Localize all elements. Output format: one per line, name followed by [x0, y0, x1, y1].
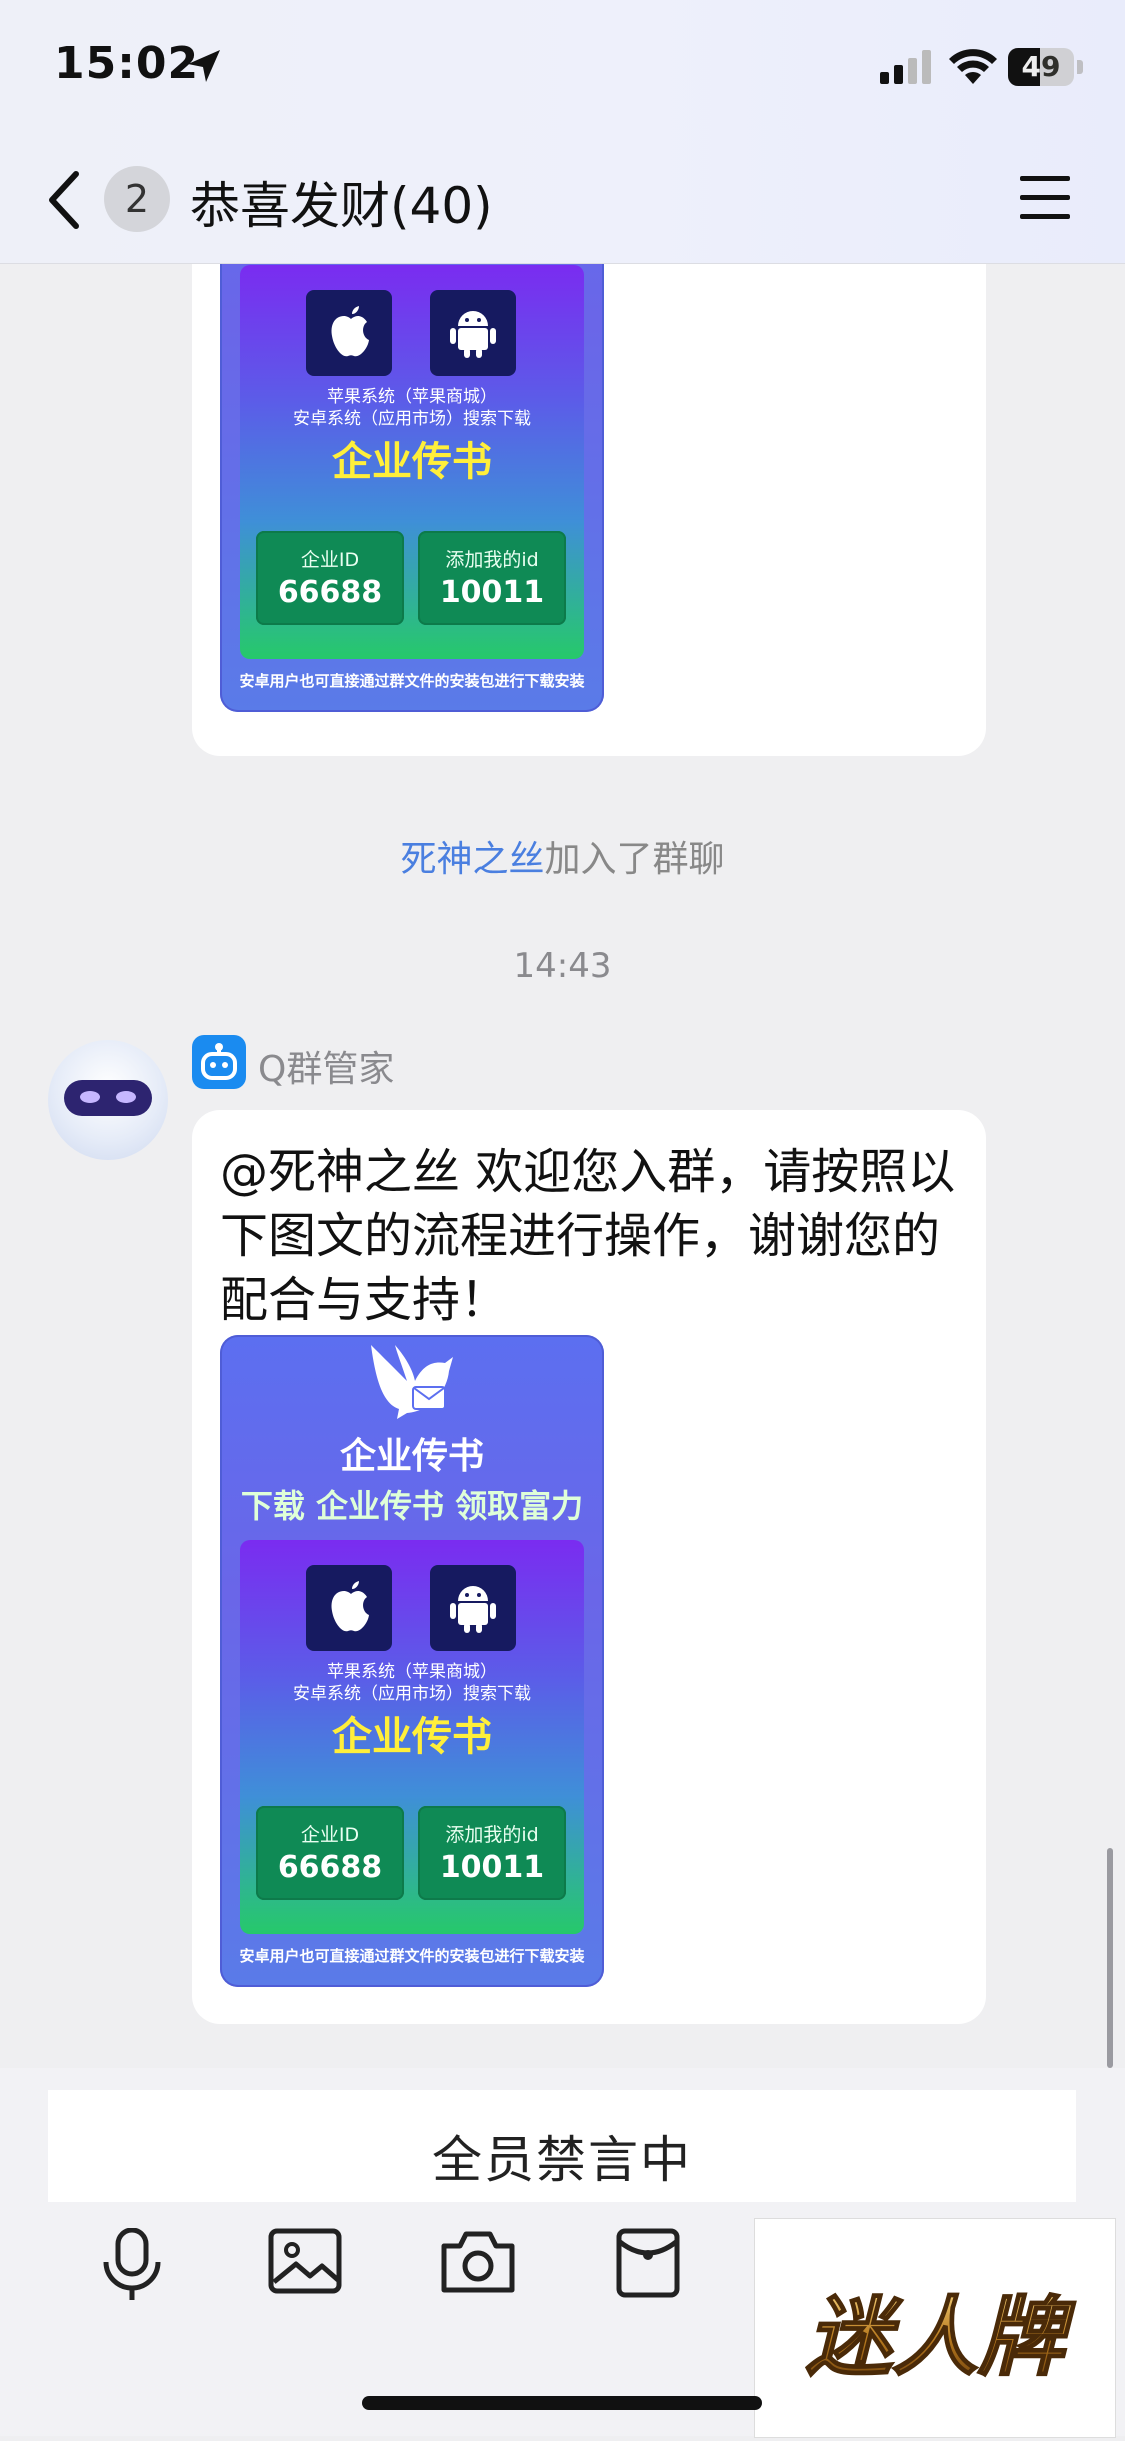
my-id-box: 添加我的id 10011	[418, 531, 566, 625]
poster-download-panel: 苹果系统（苹果商城） 安卓系统（应用市场）搜索下载 企业传书 企业ID 6668…	[240, 1540, 584, 1934]
join-notice-text: 加入了群聊	[544, 839, 725, 880]
enterprise-id-box: 企业ID 66688	[256, 531, 404, 625]
android-store-badge	[430, 290, 516, 376]
system-line-2: 安卓系统（应用市场）搜索下载	[293, 1684, 531, 1704]
my-id-box: 添加我的id 10011	[418, 1806, 566, 1900]
enterprise-id-box: 企业ID 66688	[256, 1806, 404, 1900]
poster-slogan: 下载 企业传书 领取富力	[240, 1487, 584, 1525]
enterprise-id-label: 企业ID	[300, 549, 360, 571]
apple-icon	[331, 306, 369, 357]
battery-level: 49	[1021, 50, 1061, 83]
my-id-label: 添加我的id	[445, 549, 539, 571]
my-id-label: 添加我的id	[445, 1824, 539, 1846]
red-packet-icon[interactable]	[616, 2228, 680, 2298]
image-icon[interactable]	[268, 2228, 342, 2294]
message-text: @死神之丝 欢迎您入群，请按照以下图文的流程进行操作，谢谢您的配合与支持！	[220, 1144, 956, 1328]
robot-icon	[201, 1043, 237, 1080]
poster-footer: 安卓用户也可直接通过群文件的安装包进行下载安装	[239, 672, 585, 690]
home-indicator[interactable]	[362, 2396, 762, 2410]
unread-badge[interactable]: 2	[104, 166, 170, 232]
joined-user-name[interactable]: 死神之丝	[400, 839, 544, 880]
system-line-2: 安卓系统（应用市场）搜索下载	[293, 409, 531, 429]
chat-title: 恭喜发财(40)	[190, 177, 493, 235]
wifi-icon	[949, 49, 997, 84]
status-time: 15:02	[54, 38, 200, 89]
my-id-value: 10011	[439, 575, 545, 610]
android-icon	[450, 1586, 496, 1633]
poster-title: 企业传书	[339, 1436, 484, 1477]
join-notice: 死神之丝加入了群聊	[0, 830, 1125, 882]
android-store-badge	[430, 1565, 516, 1651]
poster-brand: 企业传书	[332, 1714, 492, 1760]
sender-name: Q群管家	[258, 1049, 395, 1090]
enterprise-id-value: 66688	[277, 575, 383, 610]
poster-image[interactable]: 企业传书 下载 企业传书 领取富力 苹果系统（苹果商城） 安卓系统（应用市场）搜…	[220, 1335, 604, 1987]
poster-footer: 安卓用户也可直接通过群文件的安装包进行下载安装	[239, 1947, 585, 1965]
android-icon	[450, 311, 496, 358]
my-id-value: 10011	[439, 1850, 545, 1885]
poster-brand: 企业传书	[332, 439, 492, 485]
battery-indicator: 49	[1008, 48, 1074, 86]
menu-icon[interactable]	[1018, 174, 1072, 222]
dove-icon	[371, 1345, 453, 1419]
location-arrow-icon	[188, 50, 220, 82]
poster-download-panel: 苹果系统（苹果商城） 安卓系统（应用市场）搜索下载 企业传书 企业ID 6668…	[240, 265, 584, 659]
message-timestamp: 14:43	[513, 946, 612, 986]
camera-icon[interactable]	[440, 2228, 516, 2294]
apple-store-badge	[306, 1565, 392, 1651]
bot-badge	[192, 1035, 246, 1089]
muted-banner: 全员禁言中	[48, 2090, 1076, 2202]
message-bubble[interactable]: @死神之丝 欢迎您入群，请按照以下图文的流程进行操作，谢谢您的配合与支持！ 企业…	[192, 1110, 986, 2024]
muted-text: 全员禁言中	[432, 2131, 692, 2189]
enterprise-id-label: 企业ID	[300, 1824, 360, 1846]
microphone-icon[interactable]	[100, 2228, 164, 2302]
apple-icon	[331, 1581, 369, 1632]
top-bar: 15:02 49 2 恭喜发财(40)	[0, 0, 1125, 264]
watermark-logo: 迷人牌	[754, 2218, 1116, 2438]
signal-icon	[880, 50, 931, 84]
apple-store-badge	[306, 290, 392, 376]
robot-icon	[64, 1080, 152, 1116]
avatar[interactable]	[48, 1040, 168, 1160]
enterprise-id-value: 66688	[277, 1850, 383, 1885]
watermark-logo-image: 迷人牌	[805, 2287, 1077, 2389]
watermark-text: 迷人牌	[806, 2288, 1076, 2388]
back-icon[interactable]	[42, 168, 86, 232]
scrollbar[interactable]	[1107, 1848, 1113, 2068]
message-bubble-image[interactable]: 苹果系统（苹果商城） 安卓系统（应用市场）搜索下载 企业传书 企业ID 6668…	[192, 264, 986, 756]
